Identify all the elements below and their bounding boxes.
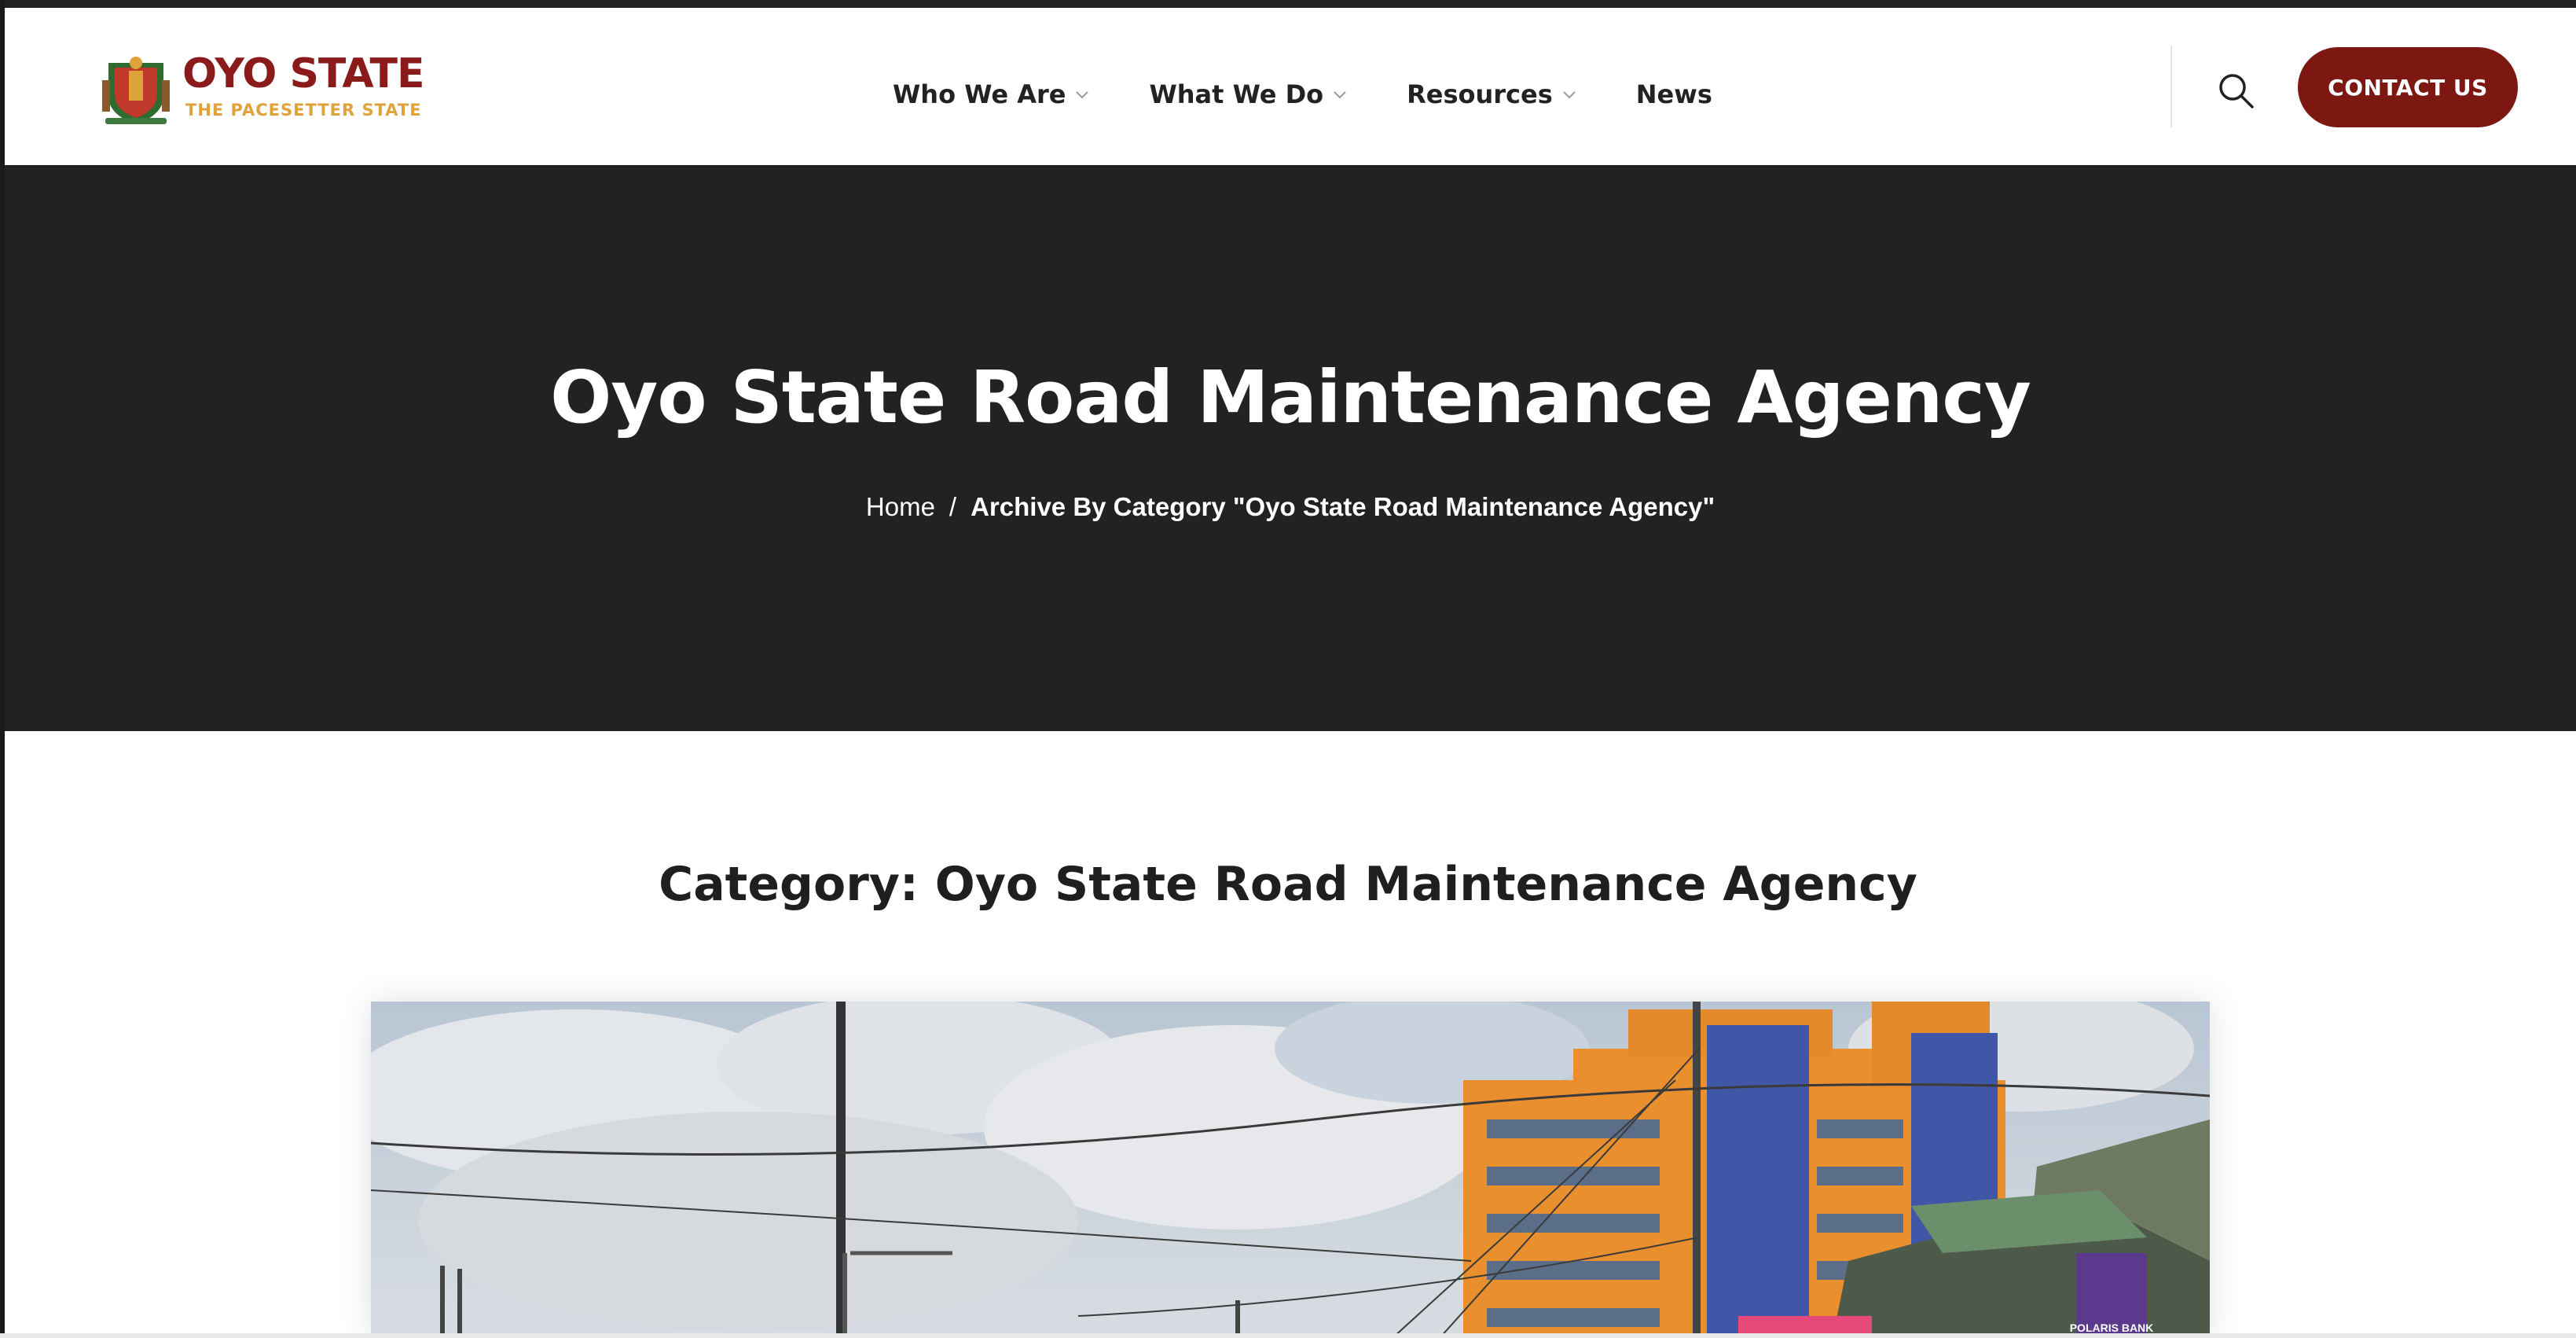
brand-name: OYO STATE bbox=[182, 50, 425, 97]
breadcrumb: Home / Archive By Category "Oyo State Road… bbox=[5, 492, 2576, 522]
nav-resources[interactable]: Resources bbox=[1407, 79, 1576, 109]
page-hero: Oyo State Road Maintenance Agency Home / A… bbox=[5, 165, 2576, 731]
state-crest-icon bbox=[102, 57, 170, 124]
nav-news[interactable]: News bbox=[1636, 79, 1712, 109]
breadcrumb-separator: / bbox=[949, 492, 957, 521]
category-heading: Category: Oyo State Road Maintenance Age… bbox=[659, 857, 1917, 912]
breadcrumb-home-link[interactable]: Home bbox=[866, 492, 935, 521]
header-divider bbox=[2171, 46, 2172, 127]
breadcrumb-current: Archive By Category "Oyo State Road Main… bbox=[971, 492, 1715, 521]
nav-label: News bbox=[1635, 79, 1712, 109]
page-title: Oyo State Road Maintenance Agency bbox=[550, 355, 2031, 439]
window-left-edge bbox=[0, 0, 5, 1338]
chevron-down-icon bbox=[1076, 91, 1089, 99]
chevron-down-icon bbox=[1563, 91, 1576, 99]
search-icon[interactable] bbox=[2215, 69, 2259, 113]
contact-us-button[interactable]: CONTACT US bbox=[2298, 47, 2518, 127]
brand-tagline: THE PACESETTER STATE bbox=[185, 101, 422, 119]
post-featured-image[interactable]: POLARIS BANK bbox=[371, 1002, 2210, 1338]
viewport-bottom-edge bbox=[0, 1333, 2576, 1338]
bank-sign-text: POLARIS BANK bbox=[2070, 1321, 2154, 1334]
nav-who-we-are[interactable]: Who We Are bbox=[893, 79, 1089, 109]
site-header: OYO STATE THE PACESETTER STATE Who We Ar… bbox=[5, 8, 2576, 165]
site-logo[interactable]: OYO STATE THE PACESETTER STATE bbox=[97, 46, 427, 132]
chevron-down-icon bbox=[1334, 91, 1346, 99]
street-photo: POLARIS BANK bbox=[371, 1002, 2210, 1338]
window-top-edge bbox=[0, 0, 2576, 8]
nav-label: What We Do bbox=[1149, 79, 1324, 109]
nav-label: Resources bbox=[1407, 79, 1553, 109]
main-nav: Who We Are What We Do Resources News bbox=[893, 71, 1712, 118]
nav-what-we-do[interactable]: What We Do bbox=[1149, 79, 1347, 109]
nav-label: Who We Are bbox=[893, 79, 1066, 109]
